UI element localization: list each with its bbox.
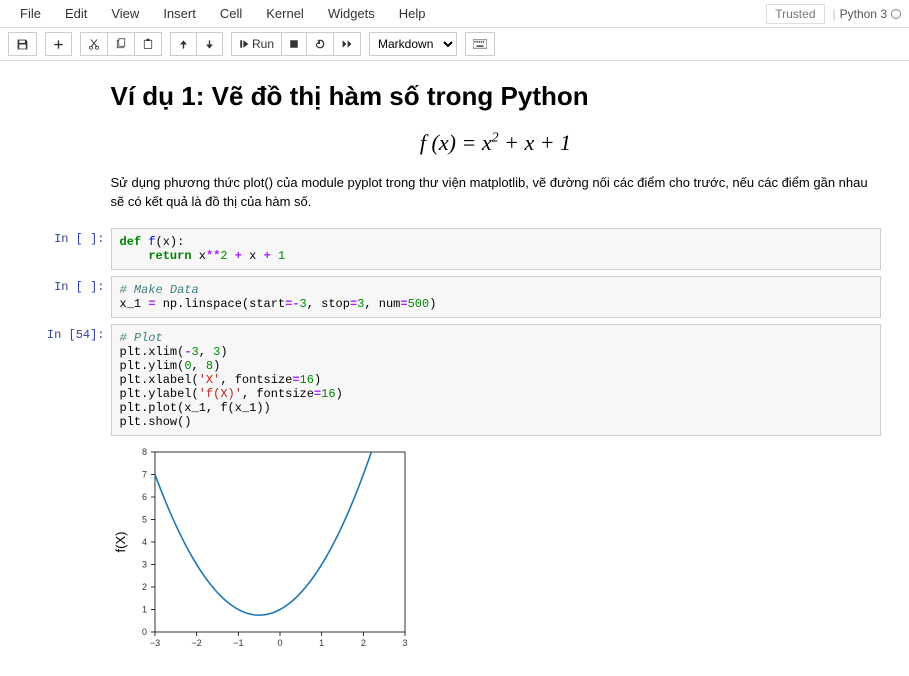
svg-text:−2: −2 (191, 638, 201, 648)
markdown-cell[interactable]: Ví dụ 1: Vẽ đồ thị hàm số trong Python f… (29, 81, 881, 212)
kernel-name: Python 3 (840, 7, 887, 21)
cell-type-select[interactable]: Markdown (369, 32, 457, 56)
svg-text:f(X): f(X) (113, 531, 128, 552)
menu-widgets[interactable]: Widgets (316, 2, 387, 25)
svg-text:4: 4 (141, 537, 146, 547)
stop-icon (289, 39, 299, 49)
svg-text:7: 7 (141, 469, 146, 479)
plus-icon (53, 39, 64, 50)
add-cell-button[interactable] (45, 32, 72, 56)
svg-text:2: 2 (141, 582, 146, 592)
restart-icon (314, 38, 326, 50)
input-prompt: In [ ]: (29, 228, 111, 270)
restart-run-button[interactable] (334, 32, 361, 56)
input-prompt: In [54]: (29, 324, 111, 436)
markdown-title: Ví dụ 1: Vẽ đồ thị hàm số trong Python (111, 81, 881, 112)
menu-bar: File Edit View Insert Cell Kernel Widget… (0, 0, 909, 28)
svg-text:5: 5 (141, 514, 146, 524)
code-editor[interactable]: # Plot plt.xlim(-3, 3) plt.ylim(0, 8) pl… (111, 324, 881, 436)
paste-icon (142, 38, 154, 50)
keyboard-icon (473, 39, 487, 49)
kernel-circle-icon (891, 9, 901, 19)
output-plot: −3 −2 −1 0 1 2 3 0 1 2 3 4 5 6 7 8 f(X) (111, 446, 411, 656)
arrow-up-icon (178, 39, 189, 50)
save-button[interactable] (8, 32, 37, 56)
svg-text:1: 1 (141, 604, 146, 614)
menu-view[interactable]: View (99, 2, 151, 25)
svg-text:0: 0 (277, 638, 282, 648)
cut-icon (88, 38, 100, 50)
svg-text:−1: −1 (233, 638, 243, 648)
code-editor[interactable]: # Make Data x_1 = np.linspace(start=-3, … (111, 276, 881, 318)
svg-text:−3: −3 (149, 638, 159, 648)
kernel-indicator: | Python 3 (833, 7, 902, 21)
copy-button[interactable] (108, 32, 135, 56)
output-area: −3 −2 −1 0 1 2 3 0 1 2 3 4 5 6 7 8 f(X) (29, 442, 881, 656)
copy-icon (115, 38, 127, 50)
menu-insert[interactable]: Insert (151, 2, 208, 25)
code-cell[interactable]: In [ ]: # Make Data x_1 = np.linspace(st… (29, 276, 881, 318)
run-label: Run (252, 38, 274, 50)
code-cell[interactable]: In [ ]: def f(x): return x**2 + x + 1 (29, 228, 881, 270)
menu-kernel[interactable]: Kernel (254, 2, 316, 25)
svg-text:3: 3 (402, 638, 407, 648)
svg-text:3: 3 (141, 559, 146, 569)
svg-text:0: 0 (141, 627, 146, 637)
markdown-desc: Sử dụng phương thức plot() của module py… (111, 174, 881, 212)
save-icon (16, 38, 29, 51)
fast-forward-icon (341, 39, 353, 49)
input-prompt: In [ ]: (29, 276, 111, 318)
code-editor[interactable]: def f(x): return x**2 + x + 1 (111, 228, 881, 270)
toolbar: Run Markdown (0, 28, 909, 61)
run-icon (239, 39, 249, 49)
trusted-indicator[interactable]: Trusted (766, 4, 824, 24)
menu-cell[interactable]: Cell (208, 2, 254, 25)
notebook-container: Ví dụ 1: Vẽ đồ thị hàm số trong Python f… (15, 81, 895, 656)
code-cell[interactable]: In [54]: # Plot plt.xlim(-3, 3) plt.ylim… (29, 324, 881, 436)
restart-button[interactable] (307, 32, 334, 56)
move-up-button[interactable] (170, 32, 197, 56)
run-button[interactable]: Run (231, 32, 282, 56)
menu-help[interactable]: Help (387, 2, 438, 25)
arrow-down-icon (204, 39, 215, 50)
menu-edit[interactable]: Edit (53, 2, 99, 25)
svg-text:1: 1 (319, 638, 324, 648)
math-formula: f (x) = x2 + x + 1 (111, 130, 881, 156)
command-palette-button[interactable] (465, 32, 495, 56)
cut-button[interactable] (80, 32, 108, 56)
svg-text:6: 6 (141, 492, 146, 502)
menu-file[interactable]: File (8, 2, 53, 25)
svg-text:2: 2 (360, 638, 365, 648)
stop-button[interactable] (282, 32, 307, 56)
paste-button[interactable] (135, 32, 162, 56)
svg-text:8: 8 (141, 447, 146, 457)
move-down-button[interactable] (197, 32, 223, 56)
